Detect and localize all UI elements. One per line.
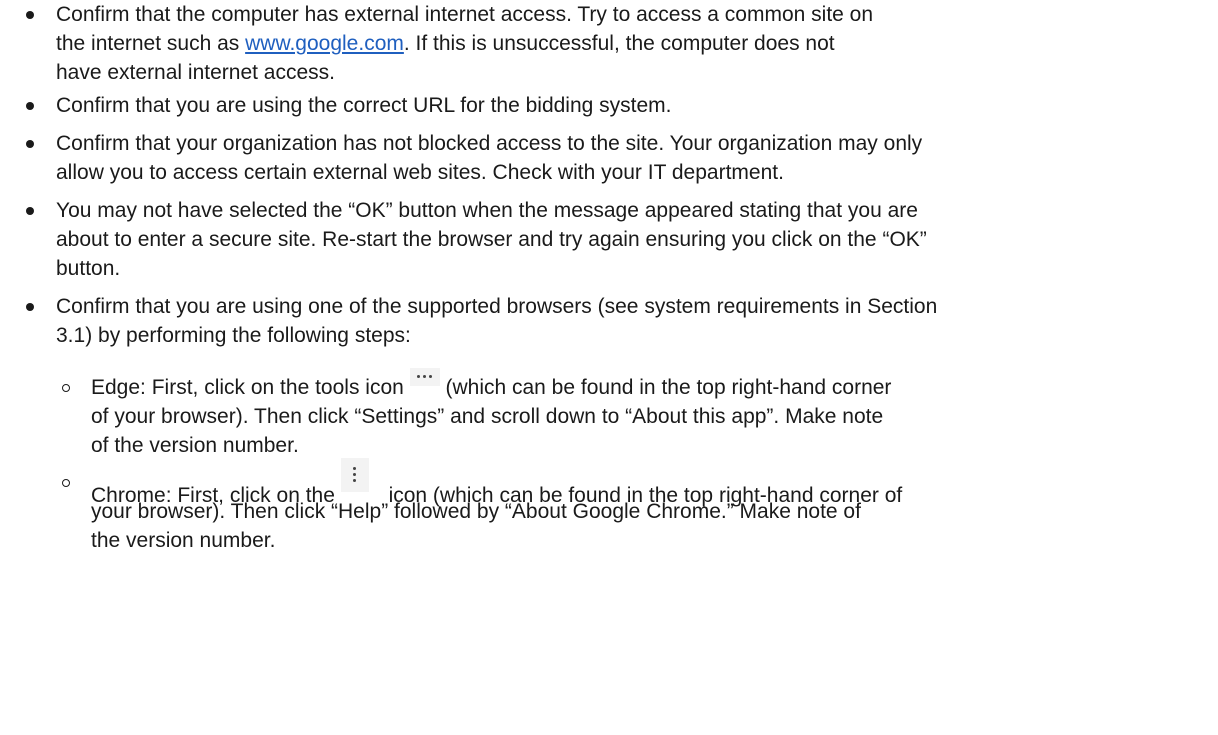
list-item-line: of the version number. [91,434,299,457]
google-link[interactable]: www.google.com [245,32,404,55]
hollow-bullet-icon [62,384,70,392]
list-item-line: Confirm that you are using the correct U… [56,94,672,117]
bullet-icon [26,102,34,110]
list-item-line: of your browser). Then click “Settings” … [91,405,884,428]
bullet-icon [26,303,34,311]
text-span: (which can be found in the top right-han… [439,376,892,399]
list-item-line: the internet such as www.google.com. If … [56,31,835,57]
list-item-line: Confirm that your organization has not b… [56,132,923,155]
bullet-icon [26,207,34,215]
list-item-line: Confirm that the computer has external i… [56,3,874,26]
list-item-line: Chrome: First, click on the icon (which … [91,458,902,507]
list-item-line: your browser). Then click “Help” followe… [91,500,861,523]
list-item-line: You may not have selected the “OK” butto… [56,199,918,222]
list-item-line: allow you to access certain external web… [56,161,784,184]
text-span: the internet such as [56,32,246,55]
text-span: . If this is unsuccessful, the computer … [403,32,835,55]
hollow-bullet-icon [62,479,70,487]
list-item-line: 3.1) by performing the following steps: [56,324,411,347]
list-item-line: about to enter a secure site. Re-start t… [56,228,927,251]
bullet-icon [26,140,34,148]
text-span: Edge: First, click on the tools icon [91,376,410,399]
more-vertical-icon [340,458,369,492]
list-item-line: Confirm that you are using one of the su… [56,295,938,318]
list-item-line: button. [56,257,121,280]
bullet-icon [26,11,34,19]
more-horizontal-icon [409,368,440,386]
list-item-line: the version number. [91,529,276,552]
list-item-line: Edge: First, click on the tools icon (wh… [91,368,892,401]
document-page: Confirm that the computer has external i… [0,0,1218,735]
list-item-line: have external internet access. [56,61,335,84]
